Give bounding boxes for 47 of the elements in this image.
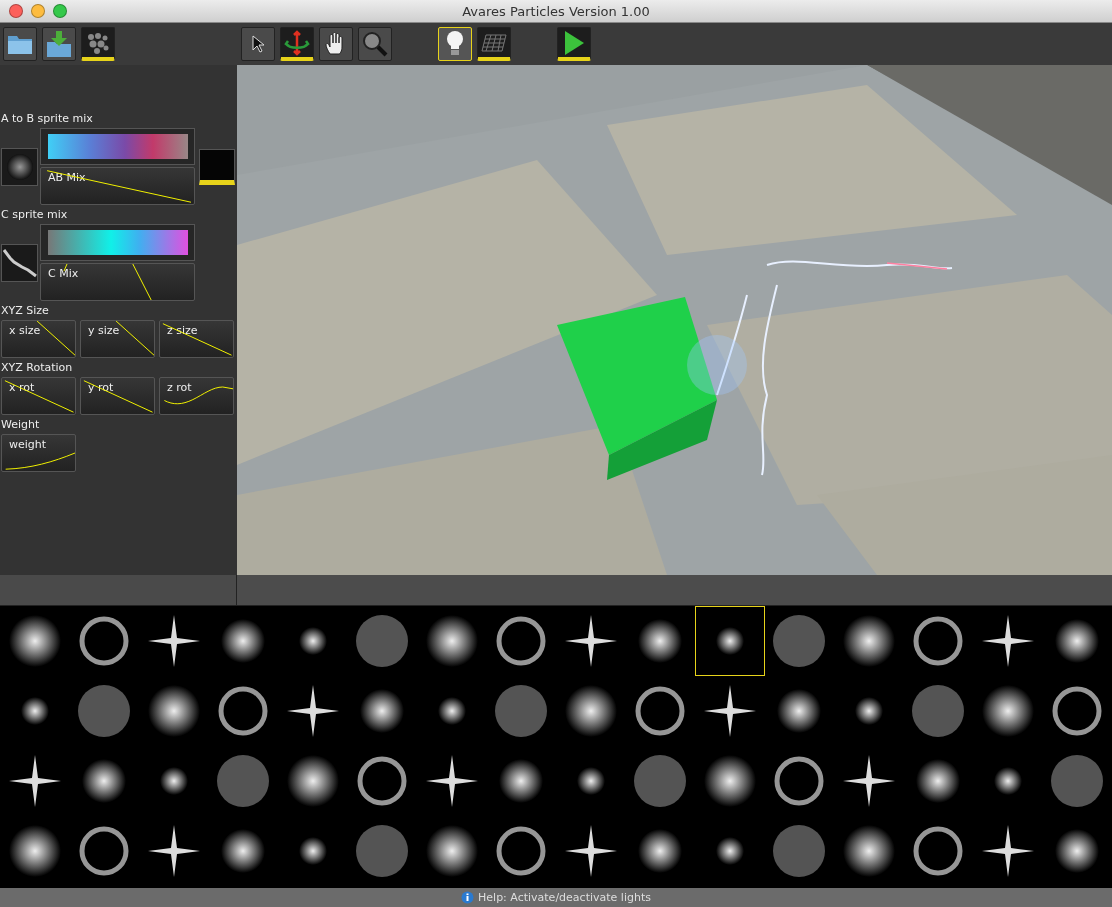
section-label: C sprite mix [0, 207, 69, 223]
toolbar-button[interactable] [81, 27, 115, 61]
lightning-sprite-icon [2, 247, 37, 278]
curve-line [162, 323, 233, 356]
target-sprite-button[interactable] [199, 148, 235, 185]
minimize-button[interactable] [31, 4, 45, 18]
rotate-arrows-icon [284, 29, 310, 56]
section-label: Weight [0, 417, 41, 433]
toolbar-button[interactable] [477, 27, 511, 61]
sprite-slot-button[interactable] [1, 243, 38, 282]
toolbar-button[interactable] [557, 27, 591, 61]
import-icon [46, 30, 72, 58]
help-text: Help: Activate/deactivate lights [478, 891, 651, 904]
sprite-tile[interactable] [695, 606, 765, 676]
gradient-button[interactable] [40, 224, 195, 261]
curve-button[interactable]: z rot [159, 377, 234, 415]
toolbar-button[interactable] [42, 27, 76, 61]
toolbar-button[interactable] [241, 27, 275, 61]
curve-button[interactable]: y size [80, 320, 155, 358]
info-icon [461, 891, 475, 904]
curve-line [4, 380, 75, 413]
curve-button[interactable]: y rot [80, 377, 155, 415]
curve-button[interactable]: C Mix [40, 263, 195, 301]
particles-icon [85, 30, 111, 55]
search-icon [362, 31, 388, 57]
folder-icon [7, 33, 33, 55]
toolbar-button[interactable] [3, 27, 37, 61]
curve-button[interactable]: weight [1, 434, 76, 472]
gradient-button[interactable] [40, 128, 195, 165]
cursor-icon [252, 35, 264, 53]
light-bulb-icon [446, 30, 464, 58]
section-label: XYZ Size [0, 303, 50, 319]
section-label: A to B sprite mix [0, 111, 94, 127]
toolbar-button[interactable] [319, 27, 353, 61]
curve-button[interactable]: z size [159, 320, 234, 358]
curve-button[interactable]: x rot [1, 377, 76, 415]
curve-button[interactable]: x size [1, 320, 76, 358]
curve-line [5, 452, 75, 470]
smoke-sprite-icon [5, 152, 34, 181]
window-title: Avares Particles Version 1.00 [462, 3, 650, 19]
section-label: XYZ Rotation [0, 360, 74, 376]
play-icon [563, 29, 585, 56]
toolbar-button[interactable] [280, 27, 314, 61]
grid-icon [480, 32, 508, 53]
curve-line [83, 380, 154, 413]
close-button[interactable] [9, 4, 23, 18]
zoom-button[interactable] [53, 4, 67, 18]
